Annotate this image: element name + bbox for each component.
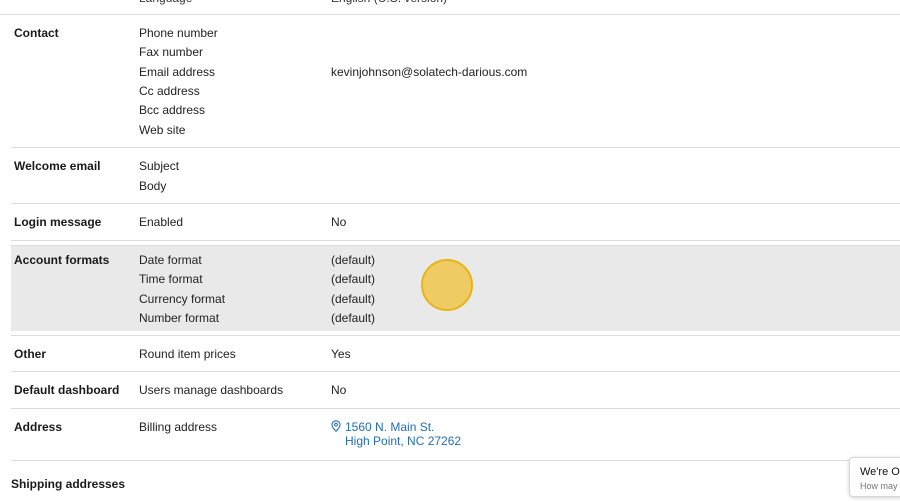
- section-contact: Contact Phone number Fax number Email ad…: [11, 15, 900, 148]
- section-label-address: Address: [14, 420, 63, 434]
- section-login-message: Login message Enabled No: [11, 204, 900, 241]
- value-enabled: No: [331, 215, 347, 229]
- click-indicator: [421, 259, 473, 311]
- section-label-welcome-email: Welcome email: [14, 159, 101, 173]
- section-default-dashboard: Default dashboard Users manage dashboard…: [11, 372, 900, 409]
- field-billing-address: Billing address: [139, 420, 218, 434]
- cut-off-value: English (U.S. version): [331, 0, 447, 5]
- value-email-address[interactable]: kevinjohnson@solatech-darious.com: [331, 65, 527, 79]
- field-currency-format: Currency format: [139, 292, 226, 306]
- section-label-other: Other: [14, 347, 47, 361]
- field-body: Body: [139, 179, 167, 193]
- field-email-address: Email address: [139, 65, 216, 79]
- chat-widget-title: We're Or: [860, 466, 900, 478]
- section-label-login-message: Login message: [14, 215, 102, 229]
- value-date-format: (default): [331, 253, 376, 267]
- value-time-format: (default): [331, 272, 376, 286]
- section-label-contact: Contact: [14, 26, 59, 40]
- section-label-account-formats: Account formats: [14, 253, 110, 267]
- section-label-shipping-addresses: Shipping addresses: [11, 477, 126, 491]
- value-currency-format: (default): [331, 292, 376, 306]
- section-address: Address Billing address 1560 N. Main St.…: [11, 409, 900, 461]
- map-pin-icon: [331, 420, 341, 432]
- field-fax-number: Fax number: [139, 45, 204, 59]
- cut-off-row: Language English (U.S. version): [0, 0, 900, 15]
- field-time-format: Time format: [139, 272, 203, 286]
- section-other: Other Round item prices Yes: [11, 335, 900, 372]
- field-enabled: Enabled: [139, 215, 184, 229]
- field-cc-address: Cc address: [139, 84, 200, 98]
- field-bcc-address: Bcc address: [139, 103, 206, 117]
- field-users-manage-dashboards: Users manage dashboards: [139, 383, 284, 397]
- record-detail-page: Language English (U.S. version) Contact …: [0, 0, 900, 503]
- cut-off-field: Language: [139, 0, 192, 5]
- field-subject: Subject: [139, 159, 180, 173]
- field-date-format: Date format: [139, 253, 202, 267]
- field-web-site: Web site: [139, 123, 186, 137]
- field-phone-number: Phone number: [139, 26, 218, 40]
- field-number-format: Number format: [139, 311, 220, 325]
- field-round-item-prices: Round item prices: [139, 347, 236, 361]
- chat-widget-subtitle: How may: [860, 481, 898, 491]
- value-users-manage-dashboards: No: [331, 383, 347, 397]
- section-label-default-dashboard: Default dashboard: [14, 383, 120, 397]
- billing-address-line2: High Point, NC 27262: [345, 434, 462, 448]
- section-welcome-email: Welcome email Subject Body: [11, 148, 900, 204]
- billing-address-line1: 1560 N. Main St.: [345, 420, 435, 434]
- chat-widget[interactable]: We're Or How may: [849, 457, 900, 497]
- value-round-item-prices: Yes: [331, 347, 351, 361]
- value-number-format: (default): [331, 311, 376, 325]
